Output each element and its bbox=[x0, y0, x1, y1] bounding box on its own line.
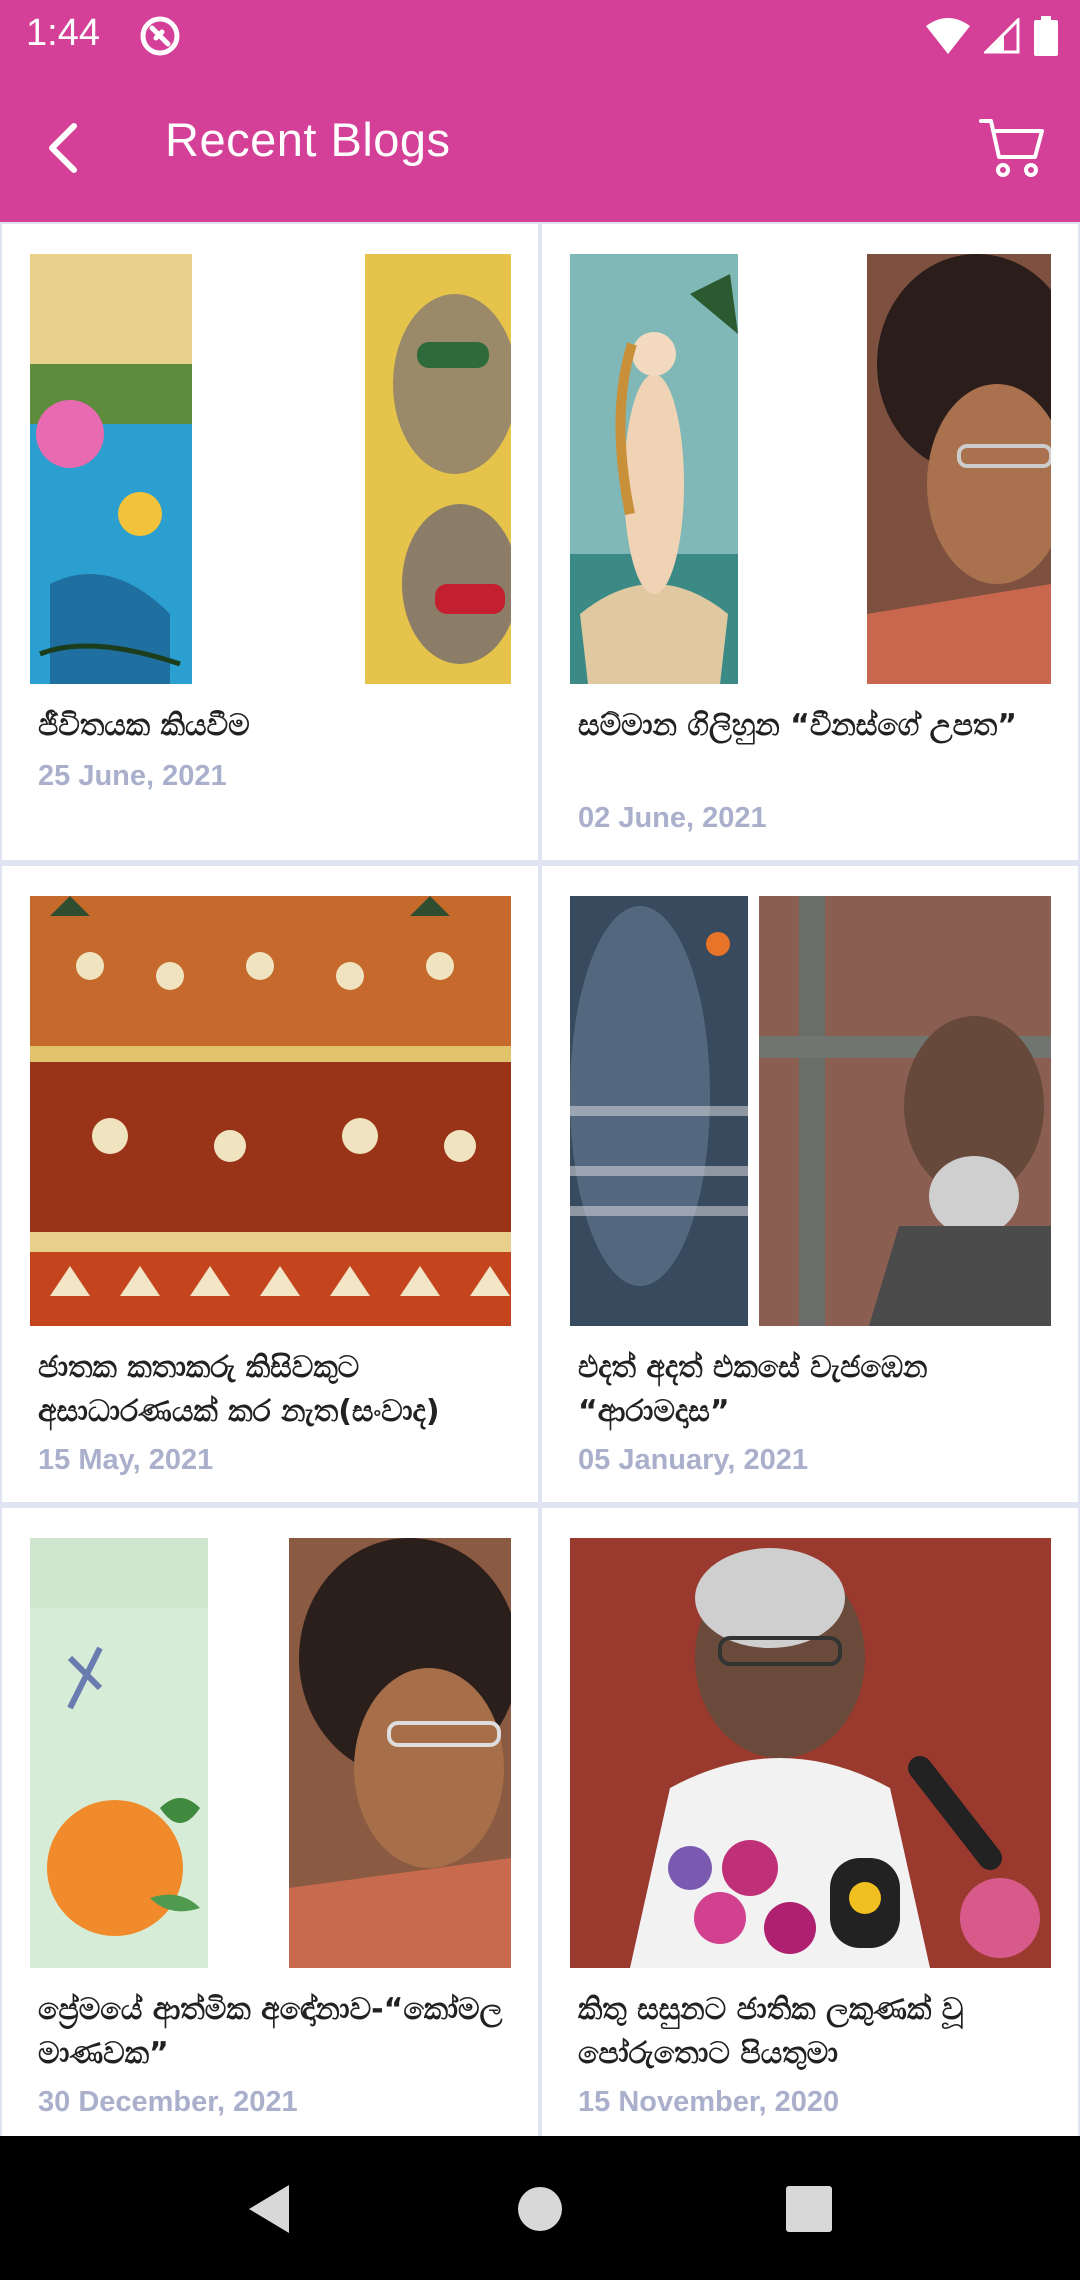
blog-thumbnail bbox=[30, 254, 511, 684]
author-photo bbox=[759, 896, 1051, 1326]
status-bar: 1:44 bbox=[0, 0, 1080, 74]
blog-date: 05 January, 2021 bbox=[578, 1444, 809, 1476]
blog-thumbnail bbox=[570, 896, 1051, 1326]
blog-date: 30 December, 2021 bbox=[38, 2086, 298, 2118]
status-icons bbox=[926, 14, 1058, 58]
blog-title: කිතු සසුනට ජාතික ලකුණක් වූ පෝරුතොට පියතු… bbox=[578, 1992, 964, 2071]
painting-image bbox=[570, 254, 738, 684]
blog-title: සම්මාන ගිලිහුන “වීනස්ගේ උපත” bbox=[578, 708, 1017, 743]
cart-button[interactable] bbox=[972, 108, 1052, 188]
blog-card[interactable]: එදත් අදත් එකසේ වැජඹෙන “ආරාමදාස” 05 Janua… bbox=[542, 866, 1078, 1502]
cart-icon bbox=[979, 119, 1044, 177]
blog-date: 25 June, 2021 bbox=[38, 760, 227, 792]
blog-card[interactable]: කිතු සසුනට ජාතික ලකුණක් වූ පෝරුතොට පියතු… bbox=[542, 1508, 1078, 2136]
blog-thumbnail bbox=[570, 254, 1051, 684]
book-cover-image bbox=[570, 896, 748, 1326]
blog-title: ජීවිතයක කියවීම bbox=[38, 708, 250, 743]
app-bar: Recent Blogs bbox=[0, 74, 1080, 222]
status-time: 1:44 bbox=[26, 12, 100, 54]
blog-title: ප්‍රේමයේ ආත්මික අඳෝනාව-“කෝමල මාණවක” bbox=[38, 1992, 503, 2071]
author-photo bbox=[867, 254, 1051, 684]
nav-home-button[interactable] bbox=[507, 2176, 573, 2242]
app-notification-icon bbox=[140, 16, 180, 56]
blog-card[interactable]: ජීවිතයක කියවීම 25 June, 2021 bbox=[2, 224, 538, 860]
book-cover-image bbox=[30, 254, 192, 684]
blog-thumbnail bbox=[30, 1538, 511, 1968]
blog-title: ජාතක කතාකරු කිසිවකුට අසාධාරණයක් කර නැත(ස… bbox=[38, 1350, 440, 1429]
nav-back-button[interactable] bbox=[236, 2176, 302, 2242]
blog-card[interactable]: ප්‍රේමයේ ආත්මික අඳෝනාව-“කෝමල මාණවක” 30 D… bbox=[2, 1508, 538, 2136]
wifi-icon bbox=[926, 18, 970, 54]
blog-card[interactable]: සම්මාන ගිලිහුන “වීනස්ගේ උපත” 02 June, 20… bbox=[542, 224, 1078, 860]
recents-square-icon bbox=[786, 2186, 832, 2232]
mural-image bbox=[30, 896, 511, 1326]
book-cover-image bbox=[30, 1538, 208, 1968]
back-triangle-icon bbox=[249, 2185, 289, 2233]
system-nav-bar bbox=[0, 2136, 1080, 2280]
signal-icon bbox=[984, 18, 1020, 54]
blog-card[interactable]: ජාතක කතාකරු කිසිවකුට අසාධාරණයක් කර නැත(ස… bbox=[2, 866, 538, 1502]
home-circle-icon bbox=[518, 2187, 562, 2231]
blog-date: 15 May, 2021 bbox=[38, 1444, 214, 1476]
blog-title: එදත් අදත් එකසේ වැජඹෙන “ආරාමදාස” bbox=[578, 1350, 928, 1429]
page-title: Recent Blogs bbox=[165, 113, 451, 166]
author-photo bbox=[365, 254, 511, 684]
battery-icon bbox=[1034, 16, 1058, 56]
chevron-left-icon bbox=[49, 123, 77, 173]
blog-thumbnail bbox=[570, 1538, 1051, 1968]
speaker-photo bbox=[570, 1538, 1051, 1968]
nav-recents-button[interactable] bbox=[776, 2176, 842, 2242]
back-button[interactable] bbox=[28, 114, 96, 182]
author-photo bbox=[289, 1538, 511, 1968]
blog-date: 02 June, 2021 bbox=[578, 802, 767, 834]
blog-date: 15 November, 2020 bbox=[578, 2086, 840, 2118]
blog-thumbnail bbox=[30, 896, 511, 1326]
blog-grid: ජීවිතයක කියවීම 25 June, 2021 සම්මාන ගිලි… bbox=[0, 222, 1080, 2136]
